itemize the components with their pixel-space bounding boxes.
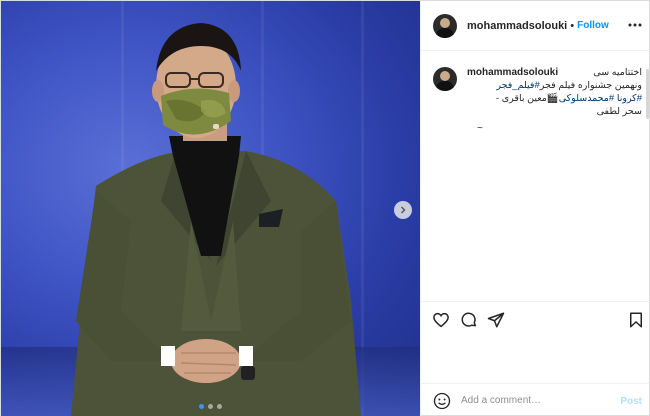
comment-icon[interactable] <box>460 311 478 329</box>
instagram-post-modal: mohammadsolouki • Follow mohammadsolouki… <box>0 0 650 416</box>
caption-username[interactable]: mohammadsolouki <box>467 66 558 79</box>
comments-scrollbar[interactable] <box>646 69 649 119</box>
caption-text: ونهمین جشنواره فیلم فجر <box>539 80 642 91</box>
bookmark-icon[interactable] <box>627 311 645 329</box>
carousel-dot <box>217 404 222 409</box>
ellipsis-icon <box>628 23 642 27</box>
caption-line-1: اختتامیه سی <box>593 67 642 78</box>
post-photo <box>71 23 361 416</box>
caption-line-3: #کرونا #محمدسلوکی🎬معین باقری - <box>467 92 642 105</box>
chevron-right-icon <box>401 206 406 214</box>
avatar[interactable] <box>433 67 457 91</box>
post-header: mohammadsolouki • Follow <box>421 1 650 51</box>
caption-line-2: ونهمین جشنواره فیلم فجر#فیلم_فجر <box>467 79 642 92</box>
carousel-dot <box>199 404 204 409</box>
post-media[interactable] <box>1 1 420 416</box>
caption-text: 🎬معین باقری - <box>495 93 559 104</box>
caption-comment: mohammadsolouki اختتامیه سی ونهمین جشنوا… <box>433 66 642 135</box>
separator-dot: • <box>570 19 575 32</box>
action-bar <box>421 301 650 337</box>
carousel-next-button[interactable] <box>394 201 412 219</box>
caption-line-4: سحر لطفی <box>596 106 642 117</box>
follow-button[interactable]: Follow <box>577 20 609 31</box>
heart-icon[interactable] <box>432 311 450 329</box>
more-options-button[interactable] <box>628 18 642 32</box>
emoji-icon[interactable] <box>433 392 451 410</box>
avatar[interactable] <box>433 13 457 38</box>
post-comment-button[interactable]: Post <box>620 396 642 407</box>
carousel-dot <box>208 404 213 409</box>
caption-more: ~ <box>477 123 483 134</box>
post-username[interactable]: mohammadsolouki <box>467 20 567 32</box>
post-side-panel: mohammadsolouki • Follow mohammadsolouki… <box>420 1 650 416</box>
add-comment-bar: Post <box>421 383 650 416</box>
share-icon[interactable] <box>487 311 505 329</box>
hashtag-link[interactable]: #فیلم_فجر <box>496 80 539 91</box>
carousel-indicator <box>1 404 420 409</box>
hashtag-link[interactable]: #کرونا <box>617 93 642 104</box>
hashtag-link[interactable]: #محمدسلوکی <box>559 93 614 104</box>
add-comment-input[interactable] <box>461 395 606 406</box>
caption-body: mohammadsolouki اختتامیه سی ونهمین جشنوا… <box>467 66 642 135</box>
